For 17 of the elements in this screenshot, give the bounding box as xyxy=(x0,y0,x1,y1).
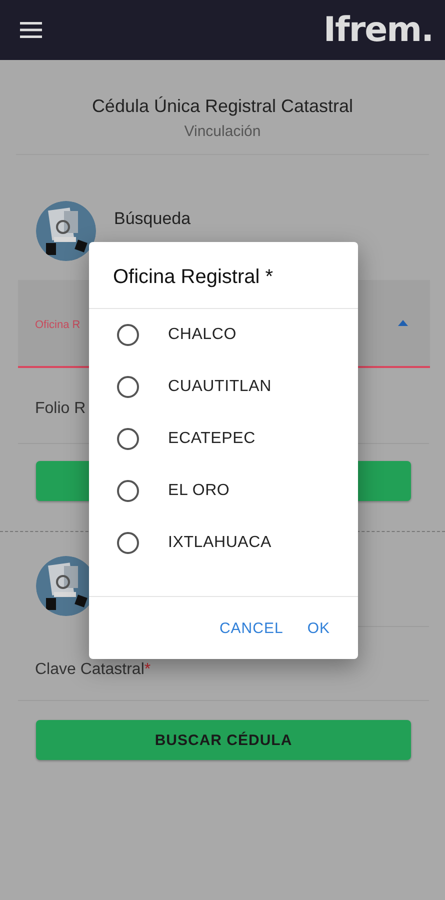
menu-icon[interactable] xyxy=(20,22,42,38)
radio-button[interactable] xyxy=(117,376,139,398)
dialog-title: Oficina Registral * xyxy=(89,242,358,309)
radio-button[interactable] xyxy=(117,480,139,502)
option-item[interactable]: CHALCO xyxy=(89,309,358,361)
search-button[interactable]: BUSCAR CÉDULA xyxy=(36,720,411,760)
option-item[interactable]: CUAUTITLAN xyxy=(89,361,358,413)
page-subtitle: Vinculación xyxy=(183,123,262,140)
radio-button[interactable] xyxy=(117,532,139,554)
page-title: Cédula Única Registral Catastral xyxy=(90,96,354,117)
radio-button[interactable] xyxy=(117,428,139,450)
radio-button[interactable] xyxy=(117,324,139,346)
app-logo: Ifrem. xyxy=(323,10,433,50)
option-item[interactable]: ECATEPEC xyxy=(89,413,358,465)
option-item[interactable]: EL ORO xyxy=(89,465,358,517)
option-item[interactable]: IXTLAHUACA xyxy=(89,517,358,569)
section-heading: Búsqueda xyxy=(114,209,191,229)
